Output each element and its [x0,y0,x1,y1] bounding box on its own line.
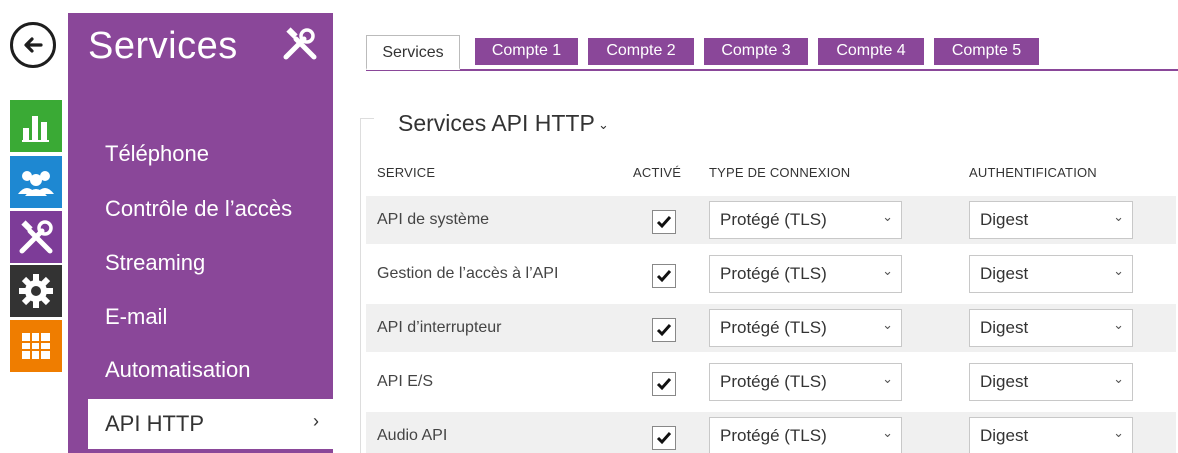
service-name: Audio API [377,427,448,444]
column-header-connection-type: TYPE DE CONNEXION [709,165,851,180]
connection-type-select[interactable]: Protégé (TLS) ⌄ [709,201,902,239]
service-name: API d’interrupteur [377,319,502,336]
section-border [360,118,361,453]
table-row: Gestion de l’accès à l’API Protégé (TLS)… [366,250,1176,298]
sidebar-item-http-api[interactable]: API HTTP › [88,399,333,449]
connection-type-value: Protégé (TLS) [720,264,827,283]
checkmark-icon [656,378,672,391]
column-header-authentication: AUTHENTIFICATION [969,165,1097,180]
chevron-down-icon: ⌄ [1113,371,1124,386]
sidebar-item-automation[interactable]: Automatisation [105,357,251,383]
system-menu-button[interactable] [10,320,62,372]
table-row: Audio API Protégé (TLS) ⌄ Digest ⌄ [366,412,1176,453]
connection-type-value: Protégé (TLS) [720,210,827,229]
tab-services[interactable]: Services [366,35,460,70]
enabled-checkbox[interactable] [652,426,676,450]
tab-account-5[interactable]: Compte 5 [934,38,1039,65]
enabled-checkbox[interactable] [652,210,676,234]
authentication-value: Digest [980,318,1029,337]
users-icon [18,171,54,196]
users-menu-button[interactable] [10,156,62,208]
tab-account-4[interactable]: Compte 4 [818,38,924,65]
back-button[interactable] [10,22,56,68]
connection-type-value: Protégé (TLS) [720,426,827,445]
system-grid-icon [22,333,50,359]
connection-type-value: Protégé (TLS) [720,372,827,391]
authentication-select[interactable]: Digest ⌄ [969,201,1133,239]
sidebar-item-streaming[interactable]: Streaming [105,250,205,276]
connection-type-value: Protégé (TLS) [720,318,827,337]
sidebar-title: Services [88,25,238,67]
main-menu-rail [0,0,68,453]
connection-type-select[interactable]: Protégé (TLS) ⌄ [709,255,902,293]
chevron-down-icon: ⌄ [882,263,893,278]
tools-icon [280,23,320,68]
services-menu-button[interactable] [10,211,62,263]
tab-account-1[interactable]: Compte 1 [475,38,578,65]
chevron-down-icon: ⌄ [882,209,893,224]
tab-account-2[interactable]: Compte 2 [588,38,694,65]
authentication-value: Digest [980,426,1029,445]
services-tools-icon [19,220,53,254]
chevron-down-icon: ⌄ [882,317,893,332]
back-arrow-icon [24,37,43,53]
enabled-checkbox[interactable] [652,372,676,396]
sidebar-item-label: API HTTP [105,411,205,436]
authentication-value: Digest [980,210,1029,229]
authentication-select[interactable]: Digest ⌄ [969,363,1133,401]
enabled-checkbox[interactable] [652,264,676,288]
status-menu-button[interactable] [10,100,62,152]
chevron-down-icon: ⌄ [1113,425,1124,440]
table-row: API de système Protégé (TLS) ⌄ Digest ⌄ [366,196,1176,244]
hardware-menu-button[interactable] [10,265,62,317]
authentication-value: Digest [980,264,1029,283]
authentication-select[interactable]: Digest ⌄ [969,309,1133,347]
checkmark-icon [656,324,672,337]
chevron-down-icon: ⌄ [1113,209,1124,224]
services-sidebar: Services Téléphone Contrôle de l’accès S… [68,13,333,453]
tab-bar: Services Compte 1 Compte 2 Compte 3 Comp… [366,35,1178,71]
chevron-down-icon: ⌄ [1113,263,1124,278]
chevron-down-icon[interactable]: ⌄ [598,117,609,133]
authentication-select[interactable]: Digest ⌄ [969,255,1133,293]
connection-type-select[interactable]: Protégé (TLS) ⌄ [709,417,902,453]
connection-type-select[interactable]: Protégé (TLS) ⌄ [709,309,902,347]
table-row: API E/S Protégé (TLS) ⌄ Digest ⌄ [366,358,1176,406]
chevron-down-icon: ⌄ [882,371,893,386]
tab-account-3[interactable]: Compte 3 [704,38,808,65]
chevron-right-icon: › [313,411,319,431]
chevron-down-icon: ⌄ [1113,317,1124,332]
status-chart-icon [22,116,49,142]
checkmark-icon [656,432,672,445]
enabled-checkbox[interactable] [652,318,676,342]
hardware-gear-icon [19,274,53,308]
column-header-enabled: ACTIVÉ [633,165,682,180]
chevron-down-icon: ⌄ [882,425,893,440]
sidebar-item-telephone[interactable]: Téléphone [105,141,209,167]
connection-type-select[interactable]: Protégé (TLS) ⌄ [709,363,902,401]
checkmark-icon [656,270,672,283]
service-name: API E/S [377,373,434,390]
sidebar-item-email[interactable]: E-mail [105,304,167,330]
service-name: API de système [377,211,490,228]
checkmark-icon [656,216,672,229]
column-header-service: SERVICE [377,165,436,180]
sidebar-item-access-control[interactable]: Contrôle de l’accès [105,196,292,222]
section-border-tick [360,118,374,119]
authentication-value: Digest [980,372,1029,391]
authentication-select[interactable]: Digest ⌄ [969,417,1133,453]
service-name: Gestion de l’accès à l’API [377,265,559,282]
section-title[interactable]: Services API HTTP [398,110,595,137]
table-row: API d’interrupteur Protégé (TLS) ⌄ Diges… [366,304,1176,352]
